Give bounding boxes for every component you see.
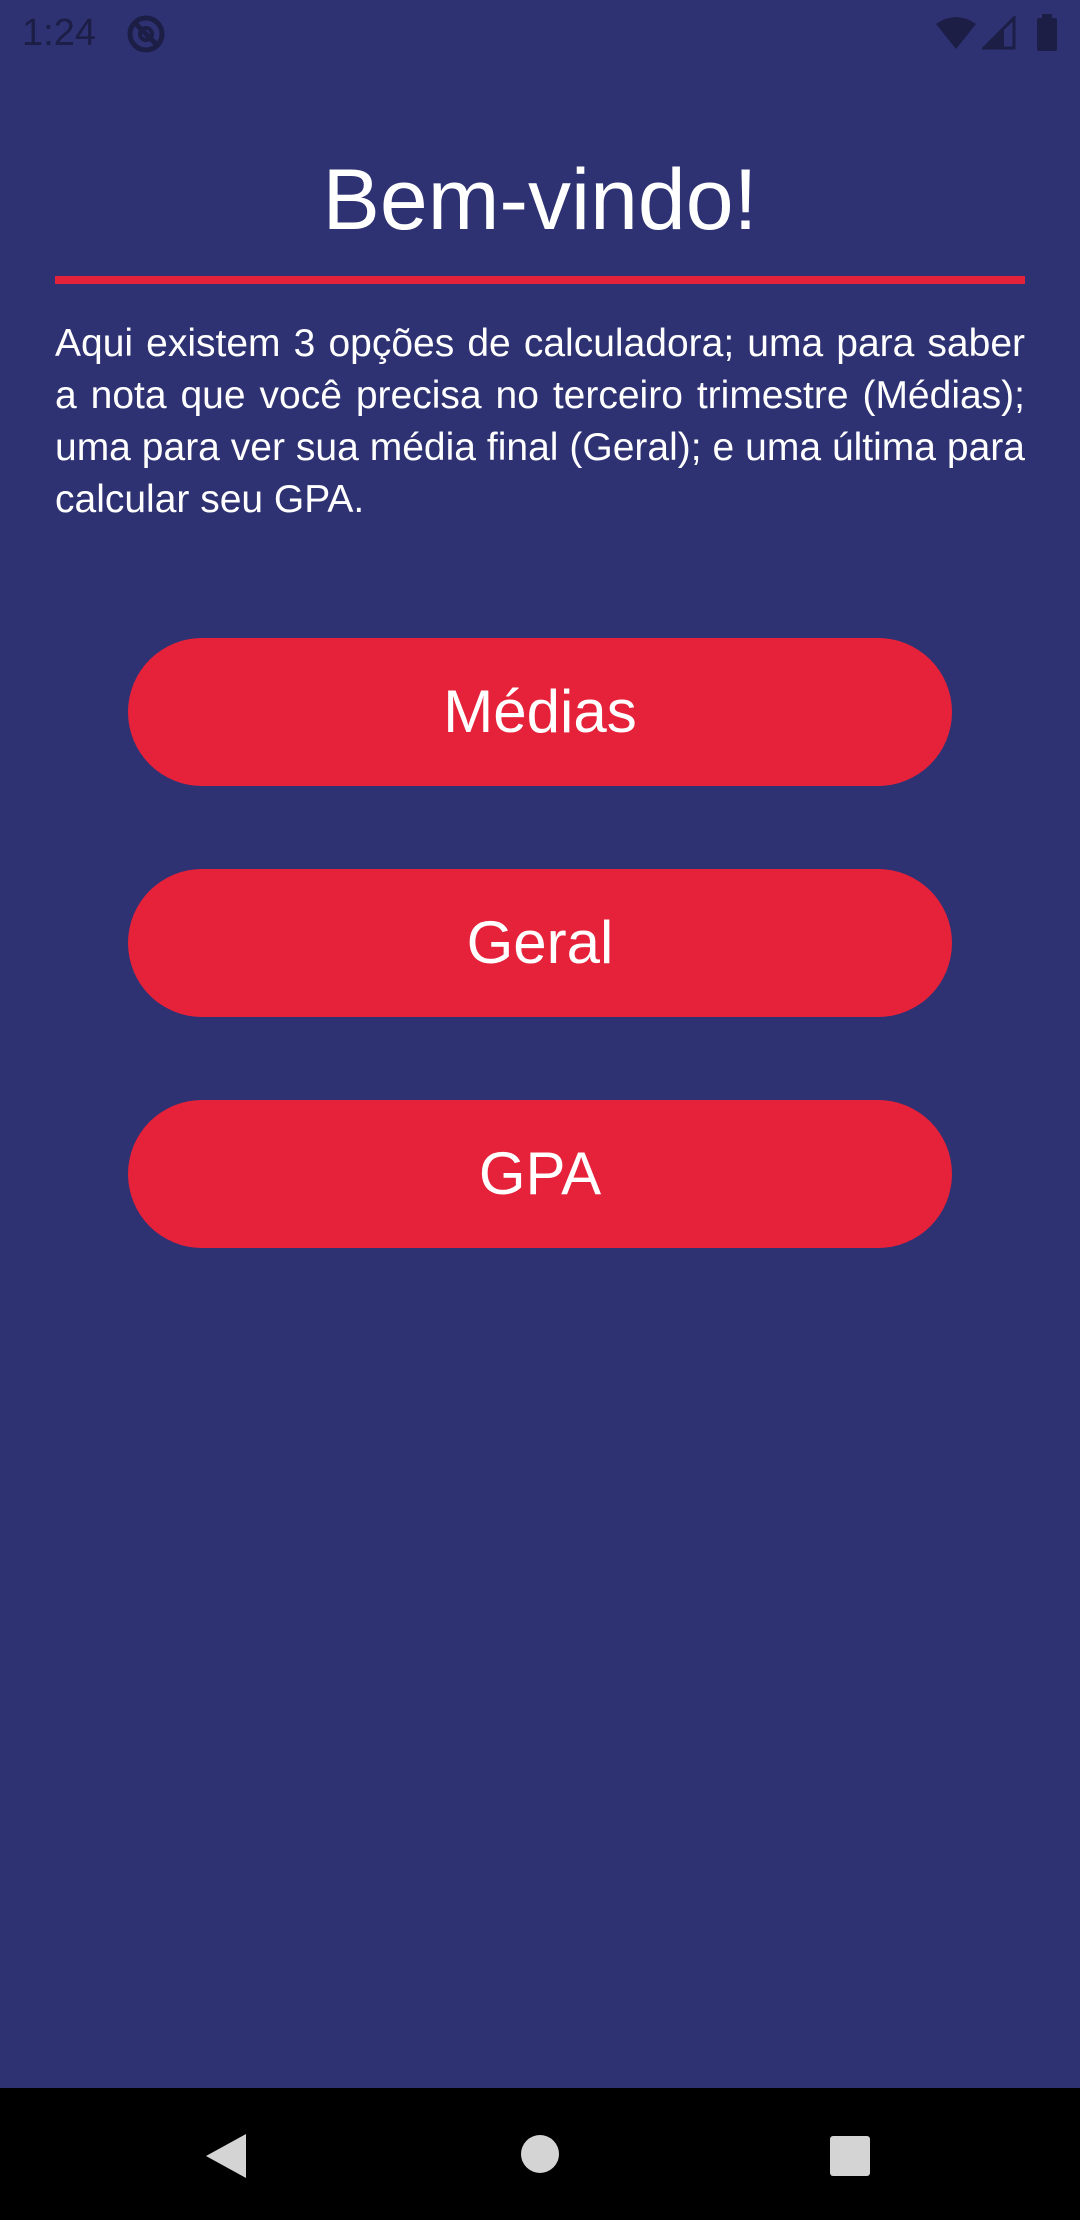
page-title: Bem-vindo! xyxy=(322,152,758,248)
cell-signal-icon xyxy=(982,16,1016,50)
battery-icon xyxy=(1037,14,1057,51)
intro-description: Aqui existem 3 opções de calculadora; um… xyxy=(55,322,1025,521)
medias-button[interactable]: Médias xyxy=(128,638,952,786)
do-not-disturb-icon xyxy=(127,15,165,53)
recents-icon[interactable] xyxy=(830,2136,870,2176)
home-icon[interactable] xyxy=(520,2134,560,2174)
status-time: 1:24 xyxy=(22,12,96,54)
geral-button[interactable]: Geral xyxy=(128,869,952,1017)
wifi-icon xyxy=(936,17,976,49)
back-icon[interactable] xyxy=(204,2132,248,2180)
app-screen: 1:24 Bem-vindo! Aqui existem 3 opções de… xyxy=(0,0,1080,2088)
navigation-bar xyxy=(0,2088,1080,2220)
status-bar: 1:24 xyxy=(0,0,1080,66)
gpa-button[interactable]: GPA xyxy=(128,1100,952,1248)
title-divider xyxy=(55,276,1025,284)
